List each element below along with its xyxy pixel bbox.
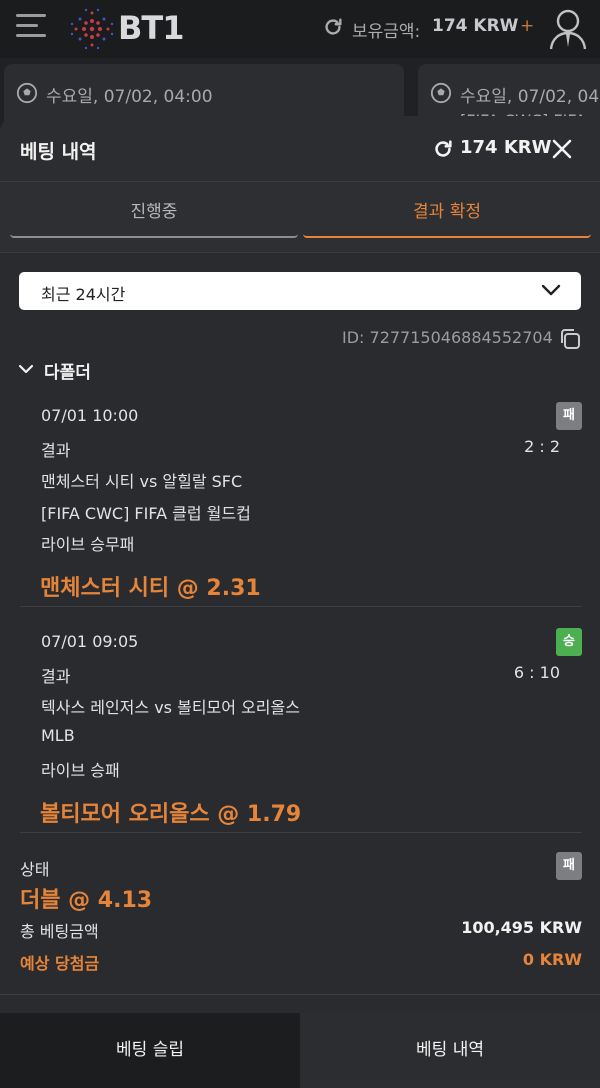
status-badge: 패 bbox=[556, 852, 582, 880]
bottom-nav: 베팅 슬립 베팅 내역 bbox=[0, 1013, 600, 1088]
league-name: [FIFA CWC] FIFA 클럽 월드컵 bbox=[41, 504, 251, 523]
period-filter-value: 최근 24시간 bbox=[41, 285, 126, 304]
close-icon[interactable] bbox=[550, 137, 574, 161]
status-tabs: 진행중 결과 확정 bbox=[0, 182, 600, 252]
result-badge: 패 bbox=[556, 402, 582, 430]
balance-label: 보유금액: bbox=[352, 22, 421, 42]
selected-pick: 맨체스터 시티 @ 2.31 bbox=[40, 576, 261, 601]
user-account-icon[interactable] bbox=[548, 7, 588, 51]
bet-type: 더블 @ 4.13 bbox=[20, 888, 153, 913]
logo-text: BT1 bbox=[118, 9, 184, 47]
divider bbox=[20, 832, 582, 833]
bet-history-button[interactable]: 베팅 내역 bbox=[300, 1013, 600, 1088]
result-label: 결과 bbox=[41, 667, 71, 686]
match-time: 수요일, 07/02, 04 bbox=[460, 87, 600, 107]
market-name: 라이브 승무패 bbox=[41, 535, 135, 554]
refresh-icon[interactable] bbox=[432, 138, 454, 160]
match-name: 텍사스 레인저스 vs 볼티모어 오리올스 bbox=[41, 698, 300, 717]
total-bet-label: 총 베팅금액 bbox=[20, 922, 99, 941]
copy-icon[interactable] bbox=[558, 327, 582, 351]
match-score: 6 : 10 bbox=[513, 663, 560, 682]
period-filter-select[interactable]: 최근 24시간 bbox=[19, 272, 581, 310]
result-label: 결과 bbox=[41, 441, 71, 460]
market-name: 라이브 승패 bbox=[41, 761, 120, 780]
tab-ongoing[interactable]: 진행중 bbox=[10, 182, 298, 238]
divider bbox=[0, 252, 600, 253]
soccer-ball-icon bbox=[16, 82, 38, 104]
league-name: MLB bbox=[41, 726, 75, 745]
sheet-title: 베팅 내역 bbox=[20, 141, 97, 163]
leg-datetime: 07/01 09:05 bbox=[41, 632, 139, 651]
selected-pick: 볼티모어 오리올스 @ 1.79 bbox=[40, 802, 302, 827]
bet-history-sheet: 베팅 내역 174 KRW 진행중 결과 확정 최근 24시간 ID: 7277… bbox=[0, 116, 600, 1088]
expected-winnings-label: 예상 당첨금 bbox=[20, 954, 100, 973]
match-time: 수요일, 07/02, 04:00 bbox=[46, 87, 213, 107]
chevron-down-icon bbox=[541, 284, 561, 296]
divider bbox=[0, 994, 600, 995]
tab-settled[interactable]: 결과 확정 bbox=[303, 182, 591, 238]
chevron-down-icon bbox=[18, 364, 34, 374]
balance-value: 174 KRW bbox=[432, 16, 519, 36]
divider bbox=[20, 606, 582, 607]
status-label: 상태 bbox=[20, 860, 50, 879]
bet-id: ID: 727715046884552704 bbox=[342, 328, 553, 347]
expected-winnings-value: 0 KRW bbox=[522, 950, 582, 969]
deposit-plus-button[interactable]: + bbox=[520, 16, 534, 36]
hamburger-menu-icon[interactable] bbox=[16, 14, 46, 40]
folder-label: 다폴더 bbox=[44, 363, 91, 383]
sheet-header: 베팅 내역 174 KRW bbox=[0, 116, 600, 182]
match-score: 2 : 2 bbox=[524, 437, 560, 456]
bet-slip-button[interactable]: 베팅 슬립 bbox=[0, 1013, 300, 1088]
refresh-icon[interactable] bbox=[322, 16, 344, 38]
leg-datetime: 07/01 10:00 bbox=[41, 406, 139, 425]
result-badge: 승 bbox=[556, 628, 582, 656]
soccer-ball-icon bbox=[430, 82, 452, 104]
top-app-bar: BT1 보유금액: 174 KRW + bbox=[0, 0, 600, 58]
total-bet-value: 100,495 KRW bbox=[461, 918, 582, 937]
sheet-balance: 174 KRW bbox=[460, 137, 552, 158]
match-name: 맨체스터 시티 vs 알힐랄 SFC bbox=[41, 472, 243, 491]
